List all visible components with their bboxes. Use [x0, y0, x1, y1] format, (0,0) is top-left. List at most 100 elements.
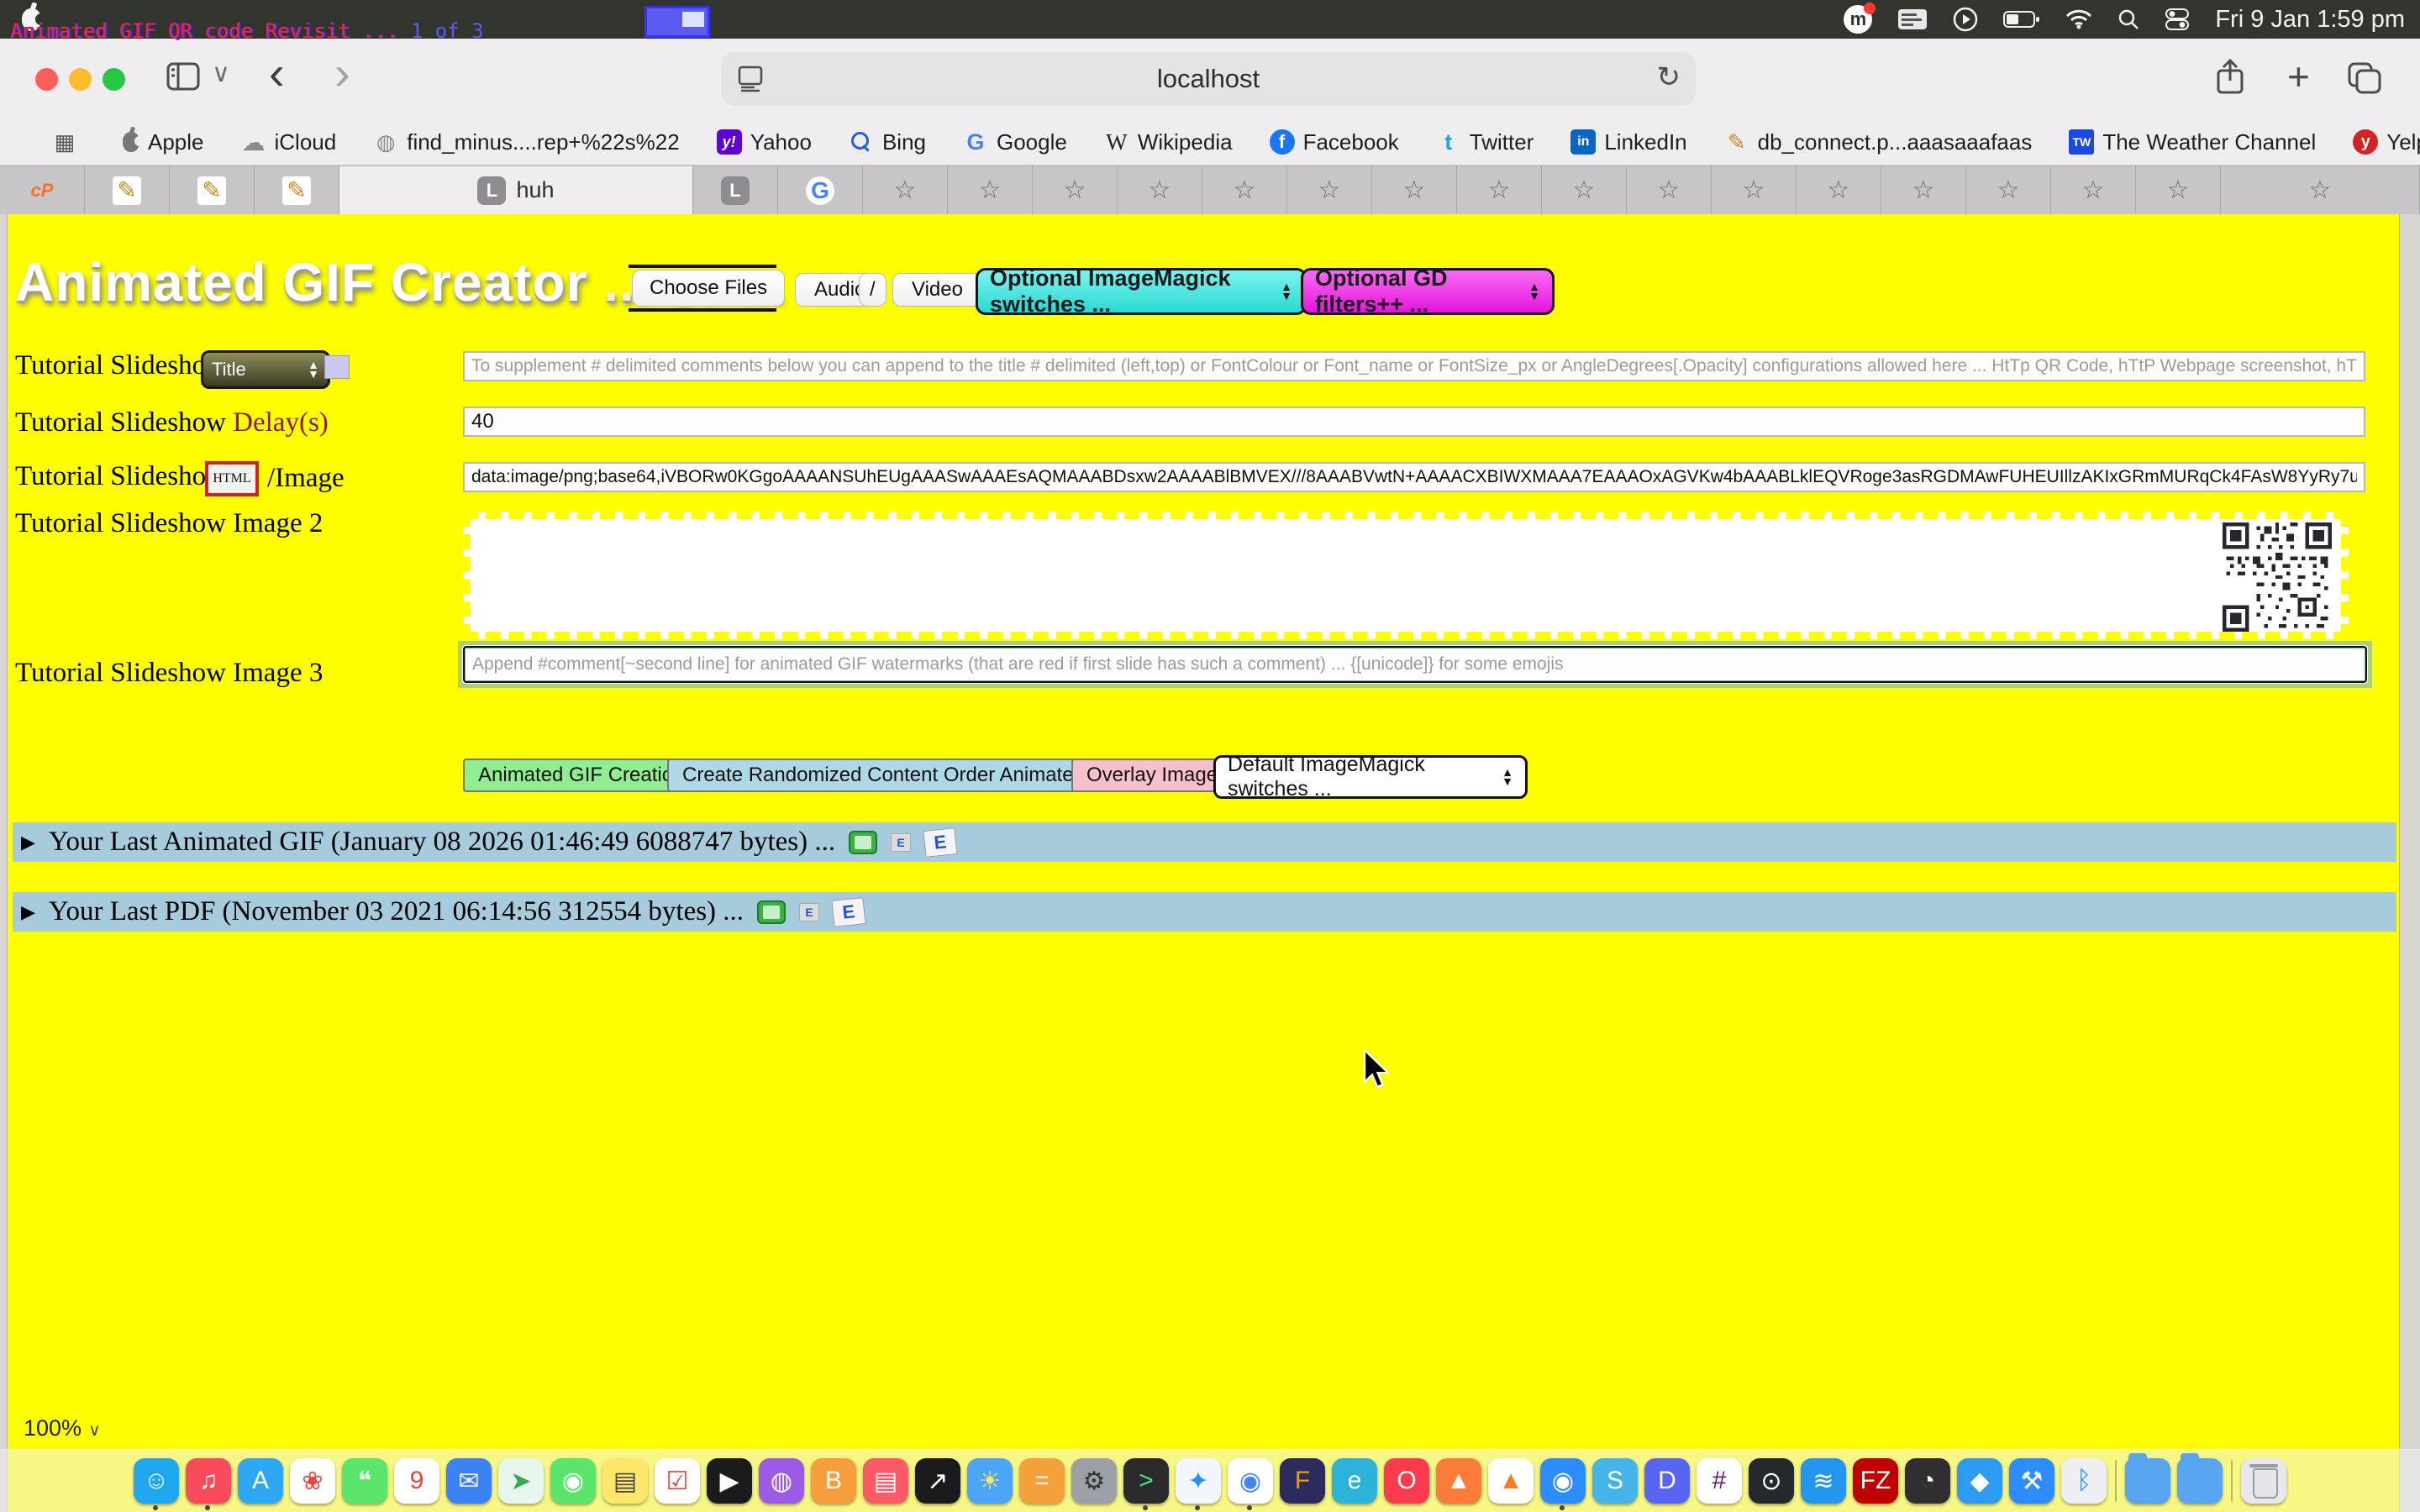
- animated-gif-creation-button[interactable]: Animated GIF Creation: [463, 759, 699, 792]
- email-small-icon[interactable]: E: [891, 833, 911, 852]
- dock-folder-downloads[interactable]: [2176, 1457, 2223, 1504]
- dock-slack[interactable]: #: [1696, 1457, 1743, 1504]
- spotlight-icon[interactable]: [2118, 4, 2139, 34]
- dock-books[interactable]: B: [810, 1457, 857, 1504]
- tab-google[interactable]: G: [778, 165, 863, 214]
- dock-docker[interactable]: ≋: [1800, 1457, 1847, 1504]
- dock-messages[interactable]: ❝: [341, 1457, 388, 1504]
- fav-facebook[interactable]: f Facebook: [1251, 129, 1418, 155]
- dock-tv[interactable]: ▶: [706, 1457, 753, 1504]
- tab-cpanel[interactable]: cP: [0, 165, 85, 214]
- dock-appstore[interactable]: A: [237, 1457, 284, 1504]
- dock-trash[interactable]: [2240, 1457, 2287, 1504]
- default-imagemagick-select[interactable]: Default ImageMagick switches ...: [1213, 755, 1528, 799]
- dock-brave[interactable]: ▲: [1435, 1457, 1482, 1504]
- randomized-order-button[interactable]: Create Randomized Content Order Animated…: [667, 759, 1139, 792]
- tab-empty-7[interactable]: ☆: [1372, 165, 1457, 214]
- keyboard-icon[interactable]: [1897, 4, 1928, 34]
- menubar-clock[interactable]: Fri 9 Jan 1:59 pm: [2215, 6, 2405, 34]
- tab-empty-13[interactable]: ☆: [1881, 165, 1966, 214]
- dock-stocks[interactable]: ↗: [914, 1457, 961, 1504]
- address-bar[interactable]: localhost ↻: [721, 52, 1696, 106]
- dock-obs[interactable]: ◔: [1904, 1457, 1951, 1504]
- playback-icon[interactable]: [1953, 4, 1978, 34]
- video-button[interactable]: Video: [892, 273, 982, 307]
- dock-discord[interactable]: D: [1644, 1457, 1691, 1504]
- dock-vlc[interactable]: ▲: [1487, 1457, 1534, 1504]
- new-tab-button[interactable]: +: [2287, 54, 2310, 99]
- fav-find-minus[interactable]: ◍ find_minus....rep+%22s%22: [355, 129, 697, 155]
- tab-huh[interactable]: L huh: [339, 165, 693, 214]
- tab-empty-17[interactable]: ☆: [2221, 165, 2420, 214]
- accordion-last-pdf[interactable]: Your Last PDF (November 03 2021 06:14:56…: [13, 892, 2396, 932]
- tab-l[interactable]: L: [693, 165, 778, 214]
- tab-empty-3[interactable]: ☆: [1033, 165, 1118, 214]
- dock-chrome[interactable]: ◉: [1227, 1457, 1274, 1504]
- dock-news[interactable]: ▤: [862, 1457, 909, 1504]
- tab-empty-4[interactable]: ☆: [1118, 165, 1202, 214]
- dock-opera[interactable]: O: [1383, 1457, 1430, 1504]
- tab-empty-6[interactable]: ☆: [1287, 165, 1372, 214]
- dock-github[interactable]: ⊙: [1748, 1457, 1795, 1504]
- window-minimize-button[interactable]: [69, 68, 92, 91]
- fav-yahoo[interactable]: y! Yahoo: [698, 129, 830, 155]
- fav-bing[interactable]: Bing: [830, 129, 944, 155]
- dock-calendar[interactable]: 9: [393, 1457, 440, 1504]
- fav-google[interactable]: G Google: [944, 129, 1086, 155]
- email-icon[interactable]: E: [831, 897, 865, 927]
- tab-empty-11[interactable]: ☆: [1712, 165, 1797, 214]
- share-icon[interactable]: [2215, 59, 2245, 100]
- mobile-preview-icon[interactable]: [757, 900, 786, 924]
- dock-terminal[interactable]: >: [1123, 1457, 1170, 1504]
- gd-filters-select[interactable]: Optional GD filters++ ...: [1301, 268, 1555, 315]
- dock-weather[interactable]: ☀: [966, 1457, 1013, 1504]
- dock-edge[interactable]: e: [1331, 1457, 1378, 1504]
- html-badge-button[interactable]: HTML: [205, 461, 259, 496]
- tab-empty-8[interactable]: ☆: [1457, 165, 1542, 214]
- accordion-last-gif[interactable]: Your Last Animated GIF (January 08 2026 …: [13, 822, 2396, 862]
- dock-calculator[interactable]: =: [1018, 1457, 1065, 1504]
- window-close-button[interactable]: [35, 68, 58, 91]
- dock-zoom[interactable]: ◉: [1539, 1457, 1586, 1504]
- dock-filezilla[interactable]: FZ: [1852, 1457, 1899, 1504]
- image-datauri-input[interactable]: [463, 462, 2365, 492]
- tab-empty-1[interactable]: ☆: [863, 165, 948, 214]
- forward-button[interactable]: ›: [334, 45, 350, 100]
- dock-firefox[interactable]: F: [1279, 1457, 1326, 1504]
- fav-icloud[interactable]: ☁ iCloud: [223, 129, 355, 155]
- title-select[interactable]: Title: [201, 350, 330, 389]
- title-colour-picker[interactable]: [324, 355, 350, 379]
- choose-files-button[interactable]: Choose Files: [632, 270, 785, 307]
- reload-icon[interactable]: ↻: [1657, 60, 1681, 94]
- email-icon[interactable]: E: [923, 827, 958, 858]
- tab-empty-15[interactable]: ☆: [2051, 165, 2136, 214]
- battery-icon[interactable]: [2003, 4, 2040, 34]
- dock-safari[interactable]: ✦: [1175, 1457, 1222, 1504]
- dock-divider-2[interactable]: [2228, 1457, 2235, 1504]
- tab-empty-16[interactable]: ☆: [2136, 165, 2221, 214]
- control-center-icon[interactable]: [2165, 4, 2190, 34]
- dock-maps[interactable]: ➤: [497, 1457, 544, 1504]
- dock-mail[interactable]: ✉: [445, 1457, 492, 1504]
- dock-bluetooth[interactable]: ᛒ: [2060, 1457, 2107, 1504]
- mobile-preview-icon[interactable]: [849, 831, 877, 854]
- fav-twitter[interactable]: t Twitter: [1418, 129, 1553, 155]
- fav-apple[interactable]: Apple: [104, 129, 223, 155]
- disclosure-triangle-icon[interactable]: [21, 901, 35, 923]
- sidebar-toggle-icon[interactable]: [166, 62, 200, 95]
- dock-settings[interactable]: ⚙: [1071, 1457, 1118, 1504]
- sidebar-chevron-icon[interactable]: ∨: [212, 59, 230, 88]
- tab-editor-3[interactable]: ✎: [255, 165, 339, 214]
- wifi-icon[interactable]: [2065, 4, 2092, 34]
- app-notification-icon[interactable]: m: [1844, 5, 1872, 34]
- image3-watermark-input[interactable]: [463, 646, 2367, 683]
- tab-editor-1[interactable]: ✎: [85, 165, 170, 214]
- tab-editor-2[interactable]: ✎: [170, 165, 255, 214]
- window-zoom-button[interactable]: [103, 68, 125, 91]
- fav-db-connect[interactable]: ✎ db_connect.p...aaasaaafaas: [1706, 129, 2051, 155]
- tab-empty-10[interactable]: ☆: [1627, 165, 1712, 214]
- dock-music[interactable]: ♫: [185, 1457, 232, 1504]
- tab-empty-9[interactable]: ☆: [1542, 165, 1627, 214]
- dock-folder-apps[interactable]: [2124, 1457, 2171, 1504]
- fav-linkedin[interactable]: in LinkedIn: [1552, 129, 1705, 155]
